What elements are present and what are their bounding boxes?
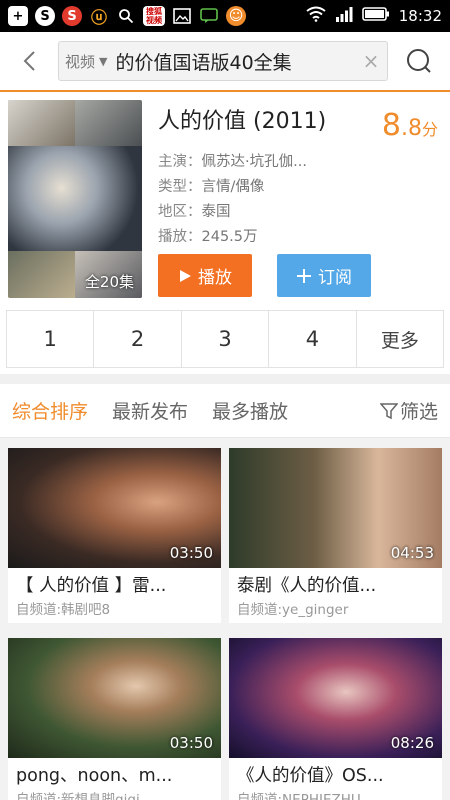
video-title[interactable]: pong、noon、m... <box>8 758 221 788</box>
episode-selector: 1 2 3 4 更多 <box>6 310 444 368</box>
score-integer: 8 <box>381 108 401 143</box>
video-duration: 03:50 <box>169 544 213 562</box>
video-thumbnail[interactable]: 04:53 <box>229 448 442 568</box>
search-input[interactable]: 的价值国语版40全集 <box>115 48 361 75</box>
video-title[interactable]: 泰剧《人的价值... <box>229 568 442 598</box>
filter-label: 筛选 <box>399 401 438 423</box>
play-button-label: 播放 <box>198 268 232 288</box>
episode-more[interactable]: 更多 <box>357 311 443 367</box>
meta-actors: 主演：佩苏达·坑孔伽... <box>158 150 307 171</box>
show-poster[interactable]: 全20集 <box>8 100 142 298</box>
filter-icon <box>379 402 398 419</box>
video-title[interactable]: 【 人的价值 】雷... <box>8 568 221 598</box>
show-score: 8.8分 <box>382 108 438 143</box>
type-value: 言情/偶像 <box>201 179 265 195</box>
magnifier-icon <box>407 49 431 73</box>
score-fraction: .8 <box>400 116 422 141</box>
video-source: 自频道:新想息脚gigi <box>16 792 140 800</box>
video-card[interactable]: 04:53 泰剧《人的价值... 自频道:ye_ginger <box>229 448 442 623</box>
tab-newest[interactable]: 最新发布 <box>112 397 188 424</box>
sort-bar: 综合排序 最新发布 最多播放 筛选 <box>0 384 450 438</box>
video-duration: 08:26 <box>390 734 434 752</box>
show-title: 人的价值 (2011) <box>158 109 327 134</box>
video-card[interactable]: 03:50 【 人的价值 】雷... 自频道:韩剧吧8 <box>8 448 221 623</box>
video-duration: 04:53 <box>390 544 434 562</box>
search-type-dropdown[interactable]: 视频 ▼ <box>65 51 115 72</box>
plays-value: 245.5万 <box>201 229 258 245</box>
type-label: 类型： <box>158 179 202 195</box>
filter-button[interactable]: 筛选 <box>379 397 438 424</box>
video-card[interactable]: 03:50 pong、noon、m... 自频道:新想息脚gigi <box>8 638 221 800</box>
search-header: 视频 ▼ 的价值国语版40全集 × <box>0 32 450 92</box>
show-info: 全20集 人的价值 (2011) 8.8分 主演：佩苏达·坑孔伽... 类型：言… <box>0 94 450 306</box>
actors-value: 佩苏达·坑孔伽... <box>201 154 307 170</box>
region-value: 泰国 <box>201 204 231 220</box>
meta-plays: 播放：245.5万 <box>158 225 258 246</box>
episode-count-badge: 全20集 <box>84 273 134 291</box>
video-thumbnail[interactable]: 03:50 <box>8 448 221 568</box>
caret-down-icon: ▼ <box>99 54 108 68</box>
clear-icon[interactable]: × <box>361 49 381 73</box>
chat-icon <box>199 6 219 26</box>
search-type-label: 视频 <box>65 52 96 71</box>
subscribe-button[interactable]: 订阅 <box>277 254 371 297</box>
status-bar: + S S ⓤ 搜狐 视频 ☺ 18:32 <box>0 0 450 32</box>
s-icon: S <box>35 6 55 26</box>
score-unit: 分 <box>421 120 438 139</box>
video-source: 自频道:ye_ginger <box>237 602 349 618</box>
chevron-left-icon <box>23 51 35 71</box>
subscribe-button-label: 订阅 <box>318 268 352 288</box>
video-title[interactable]: 《人的价值》OS... <box>229 758 442 788</box>
search-button[interactable] <box>388 31 450 91</box>
plus-icon <box>297 268 311 283</box>
back-button[interactable] <box>0 31 58 91</box>
battery-icon <box>361 6 390 26</box>
search-icon <box>116 6 136 26</box>
episode-2[interactable]: 2 <box>94 311 182 367</box>
uc-icon: ⓤ <box>90 8 107 27</box>
tab-most-played[interactable]: 最多播放 <box>212 397 288 424</box>
sohu-icon: S <box>62 6 82 26</box>
play-icon <box>180 269 191 282</box>
tab-comprehensive[interactable]: 综合排序 <box>12 397 88 424</box>
section-divider <box>0 374 450 384</box>
region-label: 地区： <box>158 204 202 220</box>
sohu-video-icon: 搜狐 视频 <box>143 6 165 26</box>
image-icon <box>172 6 192 26</box>
meta-type: 类型：言情/偶像 <box>158 175 264 196</box>
signal-icon <box>335 6 353 26</box>
episode-3[interactable]: 3 <box>182 311 270 367</box>
clock: 18:32 <box>398 7 442 25</box>
plus-icon: + <box>8 6 28 26</box>
video-source: 自频道:韩剧吧8 <box>16 602 111 618</box>
video-card[interactable]: 08:26 《人的价值》OS... 自频道:NEPHIEZHU <box>229 638 442 800</box>
video-duration: 03:50 <box>169 734 213 752</box>
video-thumbnail[interactable]: 03:50 <box>8 638 221 758</box>
play-button[interactable]: 播放 <box>158 254 252 297</box>
video-source: 自频道:NEPHIEZHU <box>237 792 361 800</box>
smile-icon: ☺ <box>226 6 246 26</box>
video-thumbnail[interactable]: 08:26 <box>229 638 442 758</box>
search-box: 视频 ▼ 的价值国语版40全集 × <box>58 41 388 81</box>
plays-label: 播放： <box>158 229 202 245</box>
episode-1[interactable]: 1 <box>7 311 95 367</box>
wifi-icon <box>306 6 326 26</box>
episode-4[interactable]: 4 <box>269 311 357 367</box>
meta-region: 地区：泰国 <box>158 200 231 221</box>
actors-label: 主演： <box>158 154 202 170</box>
